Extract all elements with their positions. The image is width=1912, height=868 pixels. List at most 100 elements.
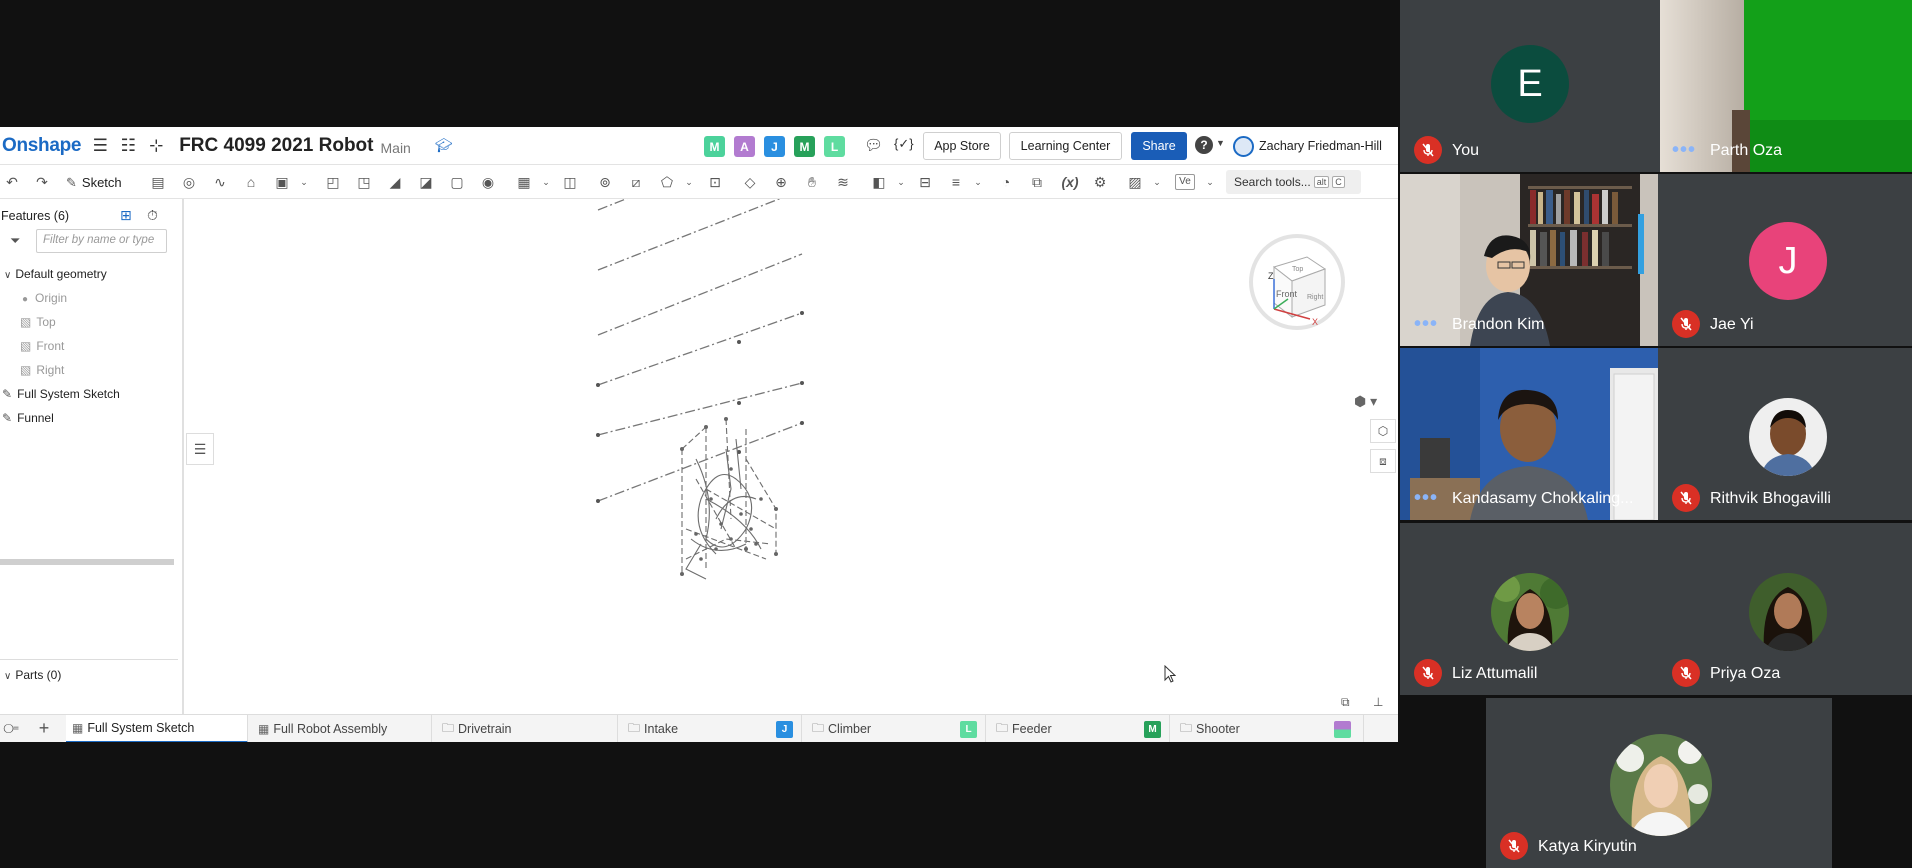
- collaborator-avatar[interactable]: L: [824, 136, 845, 157]
- mate-connector-icon[interactable]: ⊕: [773, 174, 789, 190]
- learning-center-button[interactable]: Learning Center: [1009, 132, 1122, 160]
- add-tab-icon[interactable]: +: [36, 719, 52, 737]
- redo-icon[interactable]: ↷: [34, 174, 50, 190]
- comment-icon[interactable]: 💬︎: [864, 136, 883, 154]
- chevron-down-icon[interactable]: ⌄: [296, 174, 312, 190]
- participant-tile-jae-yi[interactable]: J Jae Yi: [1658, 174, 1912, 346]
- rib-icon[interactable]: ◪: [418, 174, 434, 190]
- collaborator-avatar[interactable]: M: [704, 136, 725, 157]
- filter-icon[interactable]: ⏷: [10, 233, 20, 249]
- delete-part-icon[interactable]: ⊡: [707, 174, 723, 190]
- tree-item-origin[interactable]: ● Origin: [22, 291, 67, 305]
- chamfer-icon[interactable]: ◳: [356, 174, 372, 190]
- mic-off-icon[interactable]: [1672, 659, 1700, 687]
- helix-icon[interactable]: ✋︎: [804, 174, 820, 190]
- app-store-button[interactable]: App Store: [923, 132, 1001, 160]
- view-mode-icon[interactable]: ⬢ ▾: [1354, 393, 1377, 409]
- participant-tile-rithvik[interactable]: Rithvik Bhogavilli: [1658, 348, 1912, 520]
- display-states-icon[interactable]: ⧈: [1370, 449, 1396, 473]
- tab-manager-icon[interactable]: ⧃: [3, 720, 19, 736]
- tree-item-top[interactable]: ▧ Top: [20, 315, 56, 329]
- ve-icon[interactable]: Ve: [1175, 174, 1195, 190]
- insert-icon[interactable]: ⊹: [147, 136, 165, 156]
- tree-item-right[interactable]: ▧ Right: [20, 363, 64, 377]
- tree-item-full-system-sketch[interactable]: ✎ Full System Sketch: [2, 387, 120, 401]
- pattern-icon[interactable]: ▦: [516, 174, 532, 190]
- plane-icon[interactable]: ◇: [742, 174, 758, 190]
- sheet-metal-icon[interactable]: ◧: [871, 174, 887, 190]
- shell-icon[interactable]: ▢: [449, 174, 465, 190]
- collaborator-avatar[interactable]: A: [734, 136, 755, 157]
- menu-icon[interactable]: ☰: [91, 136, 109, 156]
- chevron-down-icon[interactable]: ⌄: [893, 174, 909, 190]
- tree-item-funnel[interactable]: ✎ Funnel: [2, 411, 54, 425]
- participant-tile-brandon-kim[interactable]: ••• Brandon Kim: [1400, 174, 1658, 346]
- tab-feeder[interactable]: 🗀︎ Feeder M: [990, 715, 1170, 742]
- participant-tile-you[interactable]: E You: [1400, 0, 1658, 172]
- mic-off-icon[interactable]: [1414, 136, 1442, 164]
- chevron-down-icon[interactable]: ⌄: [1149, 174, 1165, 190]
- mic-off-icon[interactable]: [1672, 310, 1700, 338]
- chevron-down-icon[interactable]: ⌄: [970, 174, 986, 190]
- extrude-icon[interactable]: ▤: [150, 174, 166, 190]
- sweep-icon[interactable]: ∿: [212, 174, 228, 190]
- participant-tile-katya-kiryutin[interactable]: Katya Kiryutin: [1486, 698, 1832, 868]
- configuration-icon[interactable]: ⧉: [1341, 695, 1350, 710]
- share-button[interactable]: Share: [1131, 132, 1187, 160]
- hole-icon[interactable]: ◉: [480, 174, 496, 190]
- revolve-icon[interactable]: ◎: [181, 174, 197, 190]
- participant-tile-liz-attumalil[interactable]: Liz Attumalil: [1400, 523, 1658, 695]
- branch-label[interactable]: Main: [381, 140, 411, 156]
- graduation-cap-icon[interactable]: 🎓︎: [435, 137, 453, 154]
- curve-icon[interactable]: ≋: [835, 174, 851, 190]
- graphics-viewport[interactable]: Top Front Right Z X ⬢ ▾: [186, 128, 1398, 714]
- mic-off-icon[interactable]: [1500, 832, 1528, 860]
- tree-item-parts[interactable]: ∨ Parts (0): [0, 668, 61, 682]
- onshape-logo[interactable]: Onshape: [2, 135, 82, 157]
- chevron-down-icon[interactable]: ⌄: [1202, 174, 1218, 190]
- viewcube-front-label[interactable]: Front: [1276, 289, 1298, 299]
- tab-intake[interactable]: 🗀︎ Intake J: [622, 715, 802, 742]
- help-icon[interactable]: ?: [1195, 136, 1213, 154]
- custom-feature-icon[interactable]: ⚙︎: [1092, 174, 1108, 190]
- user-avatar-icon[interactable]: [1233, 136, 1254, 157]
- split-icon[interactable]: ⧄: [628, 174, 644, 190]
- thicken-icon[interactable]: ▣: [274, 174, 290, 190]
- participant-tile-parth-oza[interactable]: ••• Parth Oza: [1658, 0, 1912, 172]
- tab-shooter[interactable]: 🗀︎ Shooter: [1174, 715, 1364, 742]
- tab-climber[interactable]: 🗀︎ Climber L: [806, 715, 986, 742]
- participant-tile-priya-oza[interactable]: Priya Oza: [1658, 523, 1912, 695]
- tab-full-robot-assembly[interactable]: ▦ Full Robot Assembly: [252, 715, 432, 742]
- tree-item-front[interactable]: ▧ Front: [20, 339, 64, 353]
- mirror-icon[interactable]: ◫: [562, 174, 578, 190]
- chevron-down-icon[interactable]: ⌄: [538, 174, 554, 190]
- fillet-icon[interactable]: ◰: [325, 174, 341, 190]
- document-title[interactable]: FRC 4099 2021 Robot: [179, 135, 373, 157]
- user-name[interactable]: Zachary Friedman-Hill: [1259, 139, 1382, 153]
- rollback-timer-icon[interactable]: ⏱︎: [147, 207, 158, 224]
- variable-check-icon[interactable]: {✓}: [894, 136, 914, 152]
- tab-full-system-sketch[interactable]: ▦ Full System Sketch: [66, 715, 248, 742]
- loft-icon[interactable]: ⌂: [243, 174, 259, 190]
- participant-tile-kandasamy[interactable]: ••• Kandasamy Chokkaling...: [1400, 348, 1658, 520]
- chevron-down-icon[interactable]: ⌄: [681, 174, 697, 190]
- sketch-button[interactable]: ✎ Sketch: [66, 172, 122, 193]
- search-tools-input[interactable]: Search tools... alt C: [1226, 170, 1361, 194]
- tab-drivetrain[interactable]: 🗀︎ Drivetrain: [436, 715, 618, 742]
- viewcube-right-label[interactable]: Right: [1307, 294, 1323, 301]
- feature-filter-input[interactable]: Filter by name or type: [36, 229, 167, 253]
- render-mode-icon[interactable]: ⬡: [1370, 419, 1396, 443]
- boolean-icon[interactable]: ⊚: [597, 174, 613, 190]
- section-icon[interactable]: ⧉: [1029, 174, 1045, 190]
- mic-off-icon[interactable]: [1414, 659, 1442, 687]
- chevron-down-icon[interactable]: ▼: [1216, 138, 1225, 148]
- viewcube-top-label[interactable]: Top: [1292, 266, 1303, 273]
- undo-icon[interactable]: ↶: [4, 174, 20, 190]
- variable-icon[interactable]: (x): [1058, 174, 1082, 190]
- collaborator-avatar[interactable]: J: [764, 136, 785, 157]
- panel-resize-bar[interactable]: [0, 559, 174, 565]
- custom-tool-icon[interactable]: ▨: [1127, 174, 1143, 190]
- mic-off-icon[interactable]: [1672, 484, 1700, 512]
- dock-icon[interactable]: ⊥: [1373, 695, 1383, 709]
- frame-icon[interactable]: ⊟: [917, 174, 933, 190]
